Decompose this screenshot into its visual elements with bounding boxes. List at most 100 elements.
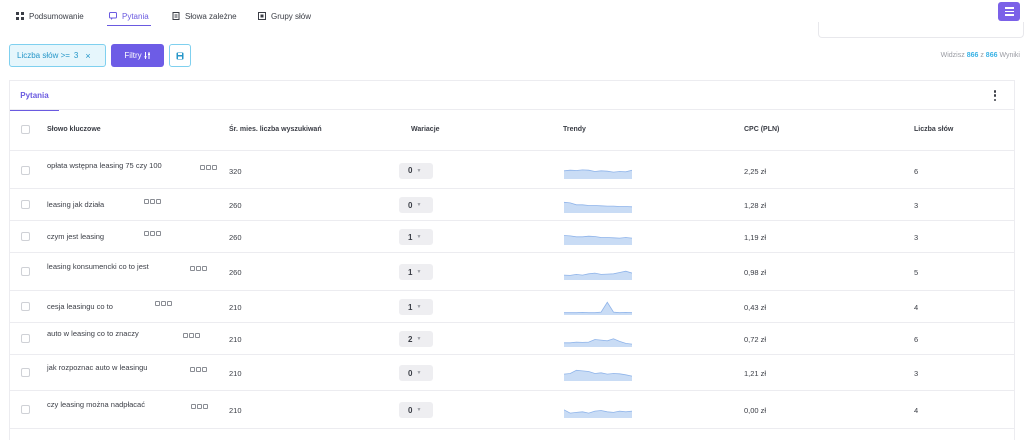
trend-line	[564, 301, 632, 314]
cpc-cell: 0,72 zł	[744, 335, 767, 344]
keyword-cell[interactable]: czy leasing można nadpłacać	[47, 400, 175, 410]
cpc-cell: 0,00 zł	[744, 406, 767, 415]
serp-features-icon	[155, 301, 172, 306]
cpc-cell: 2,25 zł	[744, 166, 767, 176]
hamburger-menu-button[interactable]	[998, 2, 1020, 21]
filters-button[interactable]: Filtry	[111, 44, 164, 67]
chevron-down-icon: ▼	[416, 234, 422, 240]
cpc-cell: 0,43 zł	[744, 303, 767, 312]
column-word-count[interactable]: Liczba słów	[914, 126, 953, 133]
row-checkbox[interactable]	[21, 405, 30, 414]
volume-cell: 210	[229, 303, 242, 312]
card-tab-pytania[interactable]: Pytania	[10, 81, 59, 111]
table-row: cesja leasingu co to 210 1 ▼ 0,43 zł 4	[10, 291, 1014, 323]
results-mid: z	[980, 52, 984, 59]
variations-dropdown[interactable]: 1 ▼	[399, 299, 433, 315]
keyword-cell[interactable]: opłata wstępna leasing 75 czy 100	[47, 161, 175, 171]
serp-features-icon	[144, 199, 161, 204]
variations-dropdown[interactable]: 0 ▼	[399, 402, 433, 418]
variations-dropdown[interactable]: 1 ▼	[399, 264, 433, 280]
row-checkbox[interactable]	[21, 165, 30, 175]
menu-icon	[1004, 7, 1014, 9]
trend-sparkline	[564, 235, 632, 245]
table-row: opłata wstępna leasing 75 czy 100 320 0 ▼…	[10, 152, 1014, 189]
variations-dropdown[interactable]: 0 ▼	[399, 162, 433, 179]
column-trends[interactable]: Trendy	[563, 126, 586, 133]
close-icon[interactable]: ×	[85, 51, 90, 61]
row-checkbox[interactable]	[21, 368, 30, 377]
filter-chip-value: 3	[73, 51, 79, 60]
cpc-cell: 1,28 zł	[744, 201, 767, 210]
more-options-icon[interactable]	[993, 90, 997, 101]
row-checkbox[interactable]	[21, 267, 30, 276]
search-input[interactable]	[818, 22, 1024, 38]
volume-cell: 260	[229, 233, 242, 242]
table-row: auto w leasing co to znaczy 210 2 ▼ 0,72 …	[10, 323, 1014, 355]
column-volume[interactable]: Śr. mies. liczba wyszukiwań	[229, 126, 322, 133]
tab-label: Grupy słów	[271, 11, 312, 21]
cpc-cell: 1,21 zł	[744, 369, 767, 378]
summary-icon	[16, 12, 24, 20]
cpc-cell: 0,98 zł	[744, 268, 767, 277]
results-card: Pytania Słowo kluczowe Śr. mies. liczba …	[9, 80, 1015, 440]
table-row: czym jest leasing 260 1 ▼ 1,19 zł 3	[10, 221, 1014, 253]
column-keyword[interactable]: Słowo kluczowe	[47, 126, 101, 133]
row-checkbox[interactable]	[21, 302, 30, 311]
variations-value: 1	[408, 232, 413, 242]
chevron-down-icon: ▼	[416, 407, 422, 413]
variations-value: 1	[408, 267, 413, 277]
tab-podsumowanie[interactable]: Podsumowanie	[16, 8, 84, 24]
trend-sparkline	[564, 338, 632, 347]
word-count-cell: 4	[914, 406, 919, 415]
row-checkbox[interactable]	[21, 334, 30, 343]
keyword-cell[interactable]: leasing konsumencki co to jest	[47, 262, 175, 272]
chevron-down-icon: ▼	[416, 336, 422, 342]
word-count-cell: 6	[914, 335, 919, 344]
volume-cell: 260	[229, 201, 242, 210]
word-count-cell: 3	[914, 201, 919, 210]
variations-dropdown[interactable]: 1 ▼	[399, 229, 433, 245]
filters-button-label: Filtry	[124, 51, 142, 60]
word-count-cell: 6	[914, 166, 919, 176]
variations-value: 1	[408, 302, 413, 312]
chevron-down-icon: ▼	[416, 202, 422, 208]
save-icon	[176, 52, 184, 59]
keyword-cell[interactable]: jak rozpoznac auto w leasingu	[47, 363, 175, 373]
volume-cell: 210	[229, 406, 242, 415]
serp-features-icon	[200, 164, 217, 170]
table-header: Słowo kluczowe Śr. mies. liczba wyszukiw…	[10, 111, 1014, 151]
trend-sparkline	[564, 168, 632, 179]
serp-features-icon	[190, 266, 207, 271]
results-counter: Widzisz 866 z 866 Wyniki	[941, 52, 1020, 59]
tab-grupy-slow[interactable]: Grupy słów	[258, 8, 311, 24]
keyword-cell[interactable]: auto w leasing co to znaczy	[47, 329, 175, 339]
variations-dropdown[interactable]: 0 ▼	[399, 197, 433, 213]
table-row: jak rozpoznac auto w leasingu 210 0 ▼ 1,2…	[10, 355, 1014, 391]
filter-chip-label: Liczba słów >=	[17, 51, 70, 60]
tab-slowa-zalezne[interactable]: Słowa zależne	[172, 8, 237, 24]
serp-features-icon	[183, 333, 200, 338]
row-checkbox[interactable]	[21, 232, 30, 241]
filter-sliders-icon	[144, 52, 150, 59]
variations-dropdown[interactable]: 0 ▼	[399, 365, 433, 381]
tab-label: Pytania	[122, 11, 149, 21]
trend-sparkline	[564, 369, 632, 381]
variations-value: 0	[408, 200, 413, 210]
results-prefix: Widzisz	[940, 52, 965, 59]
variations-value: 0	[408, 368, 413, 378]
select-all-checkbox[interactable]	[21, 125, 30, 134]
variations-dropdown[interactable]: 2 ▼	[399, 331, 433, 347]
variations-value: 2	[408, 334, 413, 344]
column-variations[interactable]: Wariacje	[411, 126, 440, 133]
serp-features-icon	[190, 367, 207, 372]
filter-chip-word-count[interactable]: Liczba słów >= 3 ×	[9, 44, 106, 67]
save-button[interactable]	[169, 44, 191, 67]
column-cpc[interactable]: CPC (PLN)	[744, 126, 779, 133]
trend-sparkline	[564, 301, 632, 315]
row-checkbox[interactable]	[21, 200, 30, 209]
question-icon	[109, 12, 117, 20]
table-row: czy leasing można nadpłacać 210 0 ▼ 0,00 …	[10, 391, 1014, 429]
dependent-words-icon	[172, 12, 180, 20]
word-count-cell: 4	[914, 303, 919, 312]
tab-pytania[interactable]: Pytania	[107, 8, 151, 26]
